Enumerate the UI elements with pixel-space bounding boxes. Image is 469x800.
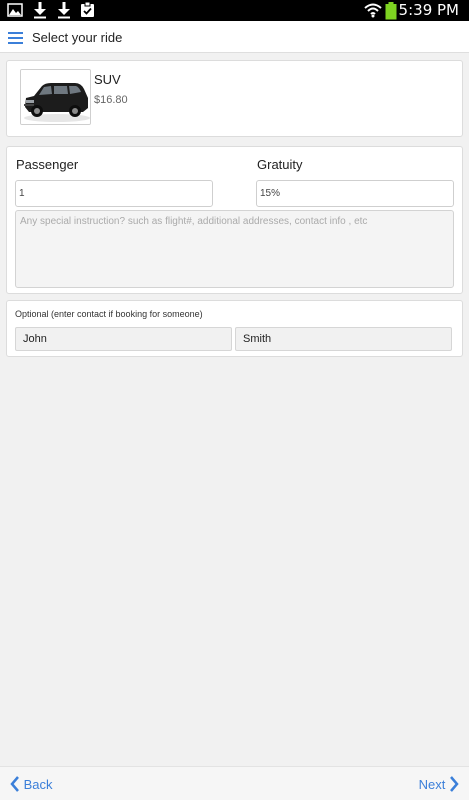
clock: 5:39 PM <box>398 1 459 19</box>
chevron-left-icon <box>10 776 19 792</box>
gratuity-label: Gratuity <box>257 157 303 172</box>
app-header: Select your ride <box>0 21 469 53</box>
first-name-input[interactable]: John <box>15 327 232 351</box>
hamburger-menu-icon[interactable] <box>8 32 23 44</box>
battery-icon <box>385 2 397 20</box>
image-icon <box>7 3 23 17</box>
ride-card[interactable]: SUV $16.80 <box>6 60 463 137</box>
last-name-input[interactable]: Smith <box>235 327 452 351</box>
download-icon <box>58 2 70 19</box>
passenger-input[interactable]: 1 <box>15 180 213 207</box>
wifi-icon <box>364 3 382 18</box>
suv-thumbnail <box>20 69 91 125</box>
ride-name: SUV <box>94 72 121 87</box>
status-bar: 5:39 PM <box>0 0 469 21</box>
special-instructions-textarea[interactable]: Any special instruction? such as flight#… <box>15 210 454 288</box>
bottom-nav-bar: Back Next <box>0 766 469 800</box>
back-label: Back <box>23 777 53 792</box>
back-button[interactable]: Back <box>10 776 53 792</box>
next-label: Next <box>418 777 446 792</box>
contact-card: Optional (enter contact if booking for s… <box>6 300 463 357</box>
passenger-label: Passenger <box>16 157 79 172</box>
gratuity-input[interactable]: 15% <box>256 180 454 207</box>
next-button[interactable]: Next <box>419 776 459 792</box>
chevron-right-icon <box>450 776 459 792</box>
ride-options-form: Passenger Gratuity 1 15% Any special ins… <box>6 146 463 294</box>
suv-image-icon <box>21 70 90 124</box>
page-title: Select your ride <box>32 30 123 45</box>
ride-price: $16.80 <box>94 94 128 106</box>
optional-contact-label: Optional (enter contact if booking for s… <box>15 309 203 319</box>
download-icon <box>34 2 46 19</box>
clipboard-check-icon <box>81 2 94 17</box>
